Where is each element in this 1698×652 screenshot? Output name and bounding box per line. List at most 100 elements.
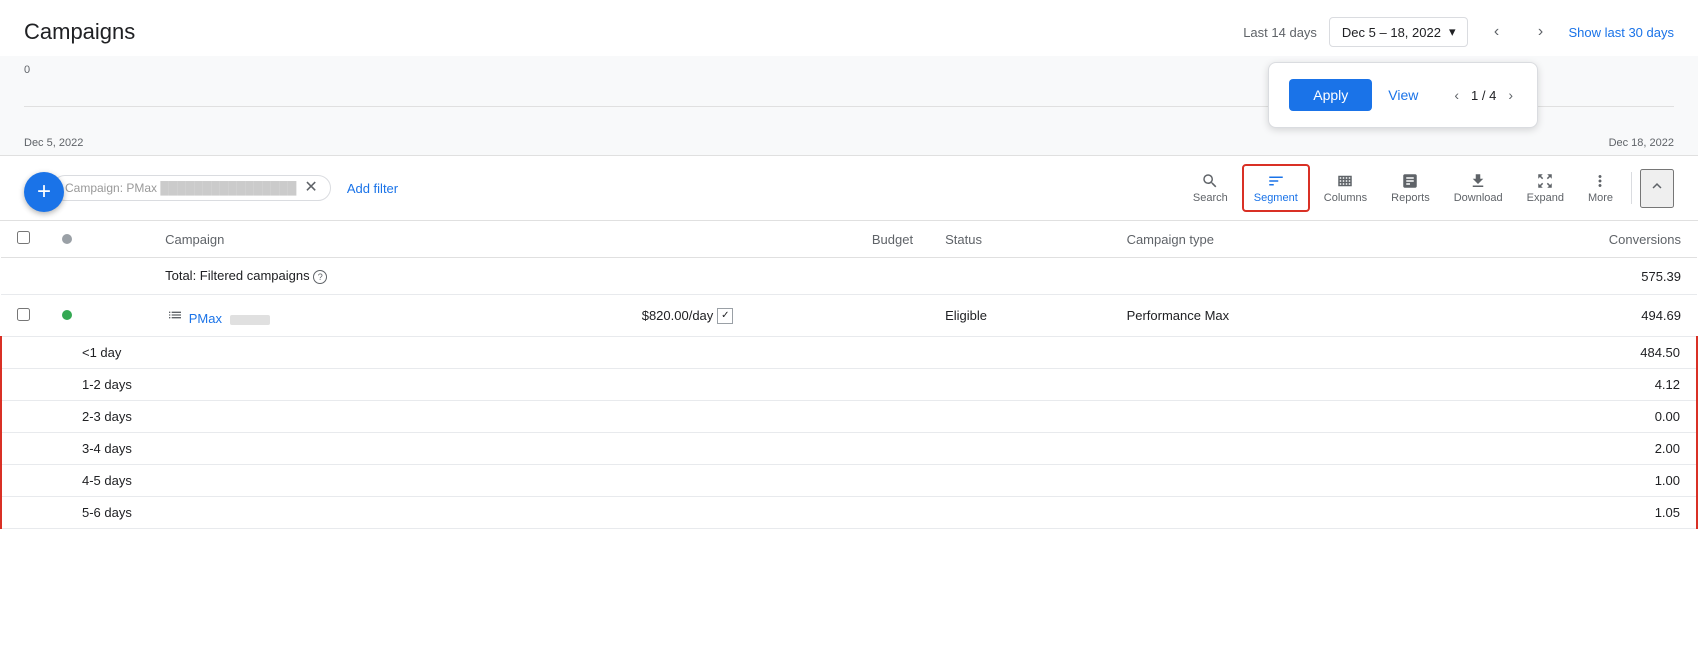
apply-button[interactable]: Apply bbox=[1289, 79, 1372, 111]
segment-text-5: 5-6 days bbox=[82, 505, 132, 520]
segment-type-3 bbox=[1111, 433, 1441, 465]
pagination-prev-button[interactable]: ‹ bbox=[1450, 85, 1463, 105]
columns-label: Columns bbox=[1324, 192, 1367, 204]
total-row-budget-cell bbox=[626, 258, 929, 295]
campaign-row-type-cell: Performance Max bbox=[1111, 295, 1441, 337]
segment-text-4: 4-5 days bbox=[82, 473, 132, 488]
campaign-type-icon bbox=[165, 305, 185, 325]
segment-label-4: 4-5 days bbox=[1, 465, 1111, 497]
segment-label-2: 2-3 days bbox=[1, 401, 1111, 433]
header-status-icon bbox=[46, 221, 149, 258]
filter-chip-close-icon[interactable]: ✕ bbox=[304, 180, 317, 196]
total-row-label-cell: Total: Filtered campaigns ? bbox=[149, 258, 626, 295]
download-button[interactable]: Download bbox=[1444, 166, 1513, 210]
columns-button[interactable]: Columns bbox=[1314, 166, 1377, 210]
segment-row-2: 2-3 days 0.00 bbox=[1, 401, 1697, 433]
expand-button[interactable]: Expand bbox=[1517, 166, 1574, 210]
header-checkbox-cell bbox=[1, 221, 46, 258]
segment-type-4 bbox=[1111, 465, 1441, 497]
header-status[interactable]: Status bbox=[929, 221, 1110, 258]
budget-check-icon: ✓ bbox=[717, 308, 733, 324]
chart-zero-label: 0 bbox=[24, 64, 30, 76]
pagination-next-button[interactable]: › bbox=[1504, 85, 1517, 105]
add-button[interactable]: + bbox=[24, 172, 64, 212]
download-label: Download bbox=[1454, 192, 1503, 204]
segment-row-4: 4-5 days 1.00 bbox=[1, 465, 1697, 497]
last-days-label: Last 14 days bbox=[1243, 25, 1317, 40]
select-all-checkbox[interactable] bbox=[17, 231, 30, 244]
chart-end-date: Dec 18, 2022 bbox=[1609, 137, 1674, 149]
date-picker[interactable]: Dec 5 – 18, 2022 ▾ bbox=[1329, 17, 1469, 47]
segment-type-2 bbox=[1111, 401, 1441, 433]
prev-date-button[interactable]: ‹ bbox=[1480, 16, 1512, 48]
more-icon bbox=[1591, 172, 1609, 190]
segment-conversions-4: 1.00 bbox=[1441, 465, 1697, 497]
download-icon bbox=[1469, 172, 1487, 190]
reports-label: Reports bbox=[1391, 192, 1430, 204]
budget-value: $820.00/day bbox=[642, 308, 714, 323]
total-row-info-icon[interactable]: ? bbox=[313, 270, 327, 284]
next-date-button[interactable]: › bbox=[1524, 16, 1556, 48]
segment-label-3: 3-4 days bbox=[1, 433, 1111, 465]
filter-chip[interactable]: Campaign: PMax ████████████████ ✕ bbox=[52, 175, 331, 201]
toolbar-divider bbox=[1631, 172, 1632, 204]
header-budget[interactable]: Budget bbox=[626, 221, 929, 258]
total-row-label: Total: Filtered campaigns bbox=[165, 268, 310, 283]
campaign-checkbox[interactable] bbox=[17, 308, 30, 321]
segment-text-0: <1 day bbox=[82, 345, 121, 360]
segment-label-0: <1 day bbox=[1, 337, 1111, 369]
header-status-label: Status bbox=[945, 232, 982, 247]
segment-conversions-5: 1.05 bbox=[1441, 497, 1697, 529]
campaign-row-budget-cell: $820.00/day ✓ bbox=[626, 295, 929, 337]
segment-label: Segment bbox=[1254, 192, 1298, 204]
segment-text-3: 3-4 days bbox=[82, 441, 132, 456]
header-conversions[interactable]: Conversions bbox=[1441, 221, 1697, 258]
campaign-name-placeholder bbox=[230, 315, 270, 325]
campaign-budget: $820.00/day ✓ bbox=[642, 308, 913, 324]
date-range-text: Dec 5 – 18, 2022 bbox=[1342, 25, 1441, 40]
campaign-status-dot bbox=[62, 310, 72, 320]
header-campaign[interactable]: Campaign bbox=[149, 221, 626, 258]
campaign-row-checkbox-cell[interactable] bbox=[1, 295, 46, 337]
toolbar: 1 Campaign: PMax ████████████████ ✕ Add … bbox=[0, 156, 1698, 221]
expand-label: Expand bbox=[1527, 192, 1564, 204]
toolbar-actions: Search Segment Columns Reports bbox=[1183, 164, 1674, 212]
segment-type-5 bbox=[1111, 497, 1441, 529]
show-30-days-link[interactable]: Show last 30 days bbox=[1568, 25, 1674, 40]
total-row-status-value bbox=[929, 258, 1110, 295]
collapse-button[interactable] bbox=[1640, 169, 1674, 208]
segment-label-5: 5-6 days bbox=[1, 497, 1111, 529]
table-wrapper: Campaign Budget Status Campaign type Con… bbox=[0, 221, 1698, 529]
segment-row-0: <1 day 484.50 bbox=[1, 337, 1697, 369]
chevron-down-icon: ▾ bbox=[1449, 24, 1456, 40]
total-row-conversions: 575.39 bbox=[1441, 258, 1697, 295]
chart-dates: Dec 5, 2022 Dec 18, 2022 bbox=[24, 137, 1674, 149]
page-title: Campaigns bbox=[24, 19, 135, 45]
segment-button[interactable]: Segment bbox=[1242, 164, 1310, 212]
collapse-icon bbox=[1648, 177, 1666, 195]
campaigns-table: Campaign Budget Status Campaign type Con… bbox=[0, 221, 1698, 529]
plus-icon: + bbox=[37, 178, 51, 206]
campaign-row-status-cell: Eligible bbox=[929, 295, 1110, 337]
segment-row-5: 5-6 days 1.05 bbox=[1, 497, 1697, 529]
header-campaign-type[interactable]: Campaign type bbox=[1111, 221, 1441, 258]
segment-label-1: 1-2 days bbox=[1, 369, 1111, 401]
view-button[interactable]: View bbox=[1388, 87, 1418, 103]
add-filter-button[interactable]: Add filter bbox=[339, 177, 406, 200]
reports-button[interactable]: Reports bbox=[1381, 166, 1440, 210]
chart-start-date: Dec 5, 2022 bbox=[24, 137, 83, 149]
reports-icon bbox=[1401, 172, 1419, 190]
more-label: More bbox=[1588, 192, 1613, 204]
header-campaign-type-label: Campaign type bbox=[1127, 232, 1214, 247]
filter-chip-text: Campaign: PMax ████████████████ bbox=[65, 181, 296, 195]
campaign-name-link[interactable]: PMax bbox=[189, 311, 222, 326]
segment-icon bbox=[1267, 172, 1285, 190]
more-button[interactable]: More bbox=[1578, 166, 1623, 210]
total-row-campaign-type bbox=[1111, 258, 1441, 295]
search-button[interactable]: Search bbox=[1183, 166, 1238, 210]
segment-row-1: 1-2 days 4.12 bbox=[1, 369, 1697, 401]
segment-type-0 bbox=[1111, 337, 1441, 369]
table-header-row: Campaign Budget Status Campaign type Con… bbox=[1, 221, 1697, 258]
total-row-status-cell bbox=[46, 258, 149, 295]
header-conversions-label: Conversions bbox=[1609, 232, 1681, 247]
